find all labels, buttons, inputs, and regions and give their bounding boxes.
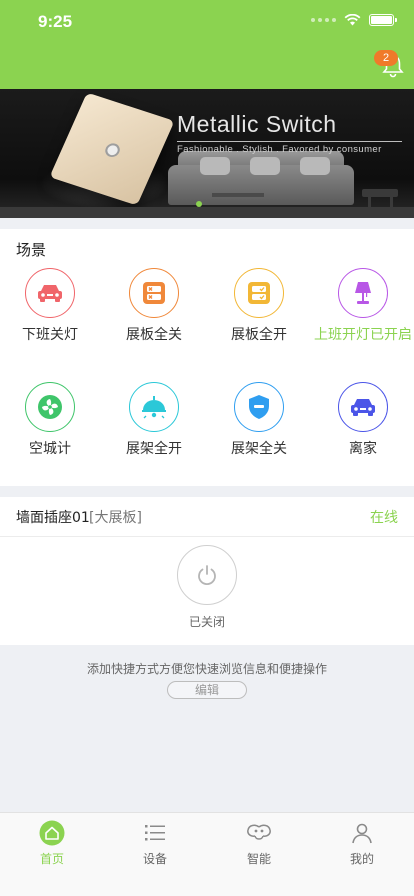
scene-item[interactable]: 空城计 <box>0 382 102 458</box>
wifi-icon <box>344 14 361 26</box>
panel-on-icon <box>248 282 270 304</box>
power-icon <box>198 565 216 586</box>
tab-home[interactable]: 首页 <box>0 819 104 867</box>
device-status: 在线 <box>370 510 398 526</box>
banner-subtitle: Fashionable . Stylish . Favored by consu… <box>177 144 382 155</box>
car-icon <box>38 285 62 302</box>
scene-item[interactable]: 展板全开 <box>207 268 311 344</box>
shortcut-hint: 添加快捷方式方便您快速浏览信息和便捷操作 <box>86 662 327 676</box>
tab-smart[interactable]: 智能 <box>207 819 311 867</box>
lamp-icon <box>355 282 371 304</box>
scene-item[interactable]: 展架全关 <box>207 382 311 458</box>
top-bar: 9:25 2 <box>0 0 414 89</box>
scene-label: 下班关灯 <box>22 327 78 343</box>
car-icon <box>351 399 375 416</box>
home-icon <box>39 820 65 846</box>
status-time: 9:25 <box>38 12 73 31</box>
power-state-label: 已关闭 <box>188 615 225 629</box>
tab-label: 我的 <box>349 852 374 866</box>
device-card: 墙面插座01 [大展板] 在线 已关闭 <box>0 497 414 645</box>
panel-off-icon <box>143 282 165 304</box>
banner-page-indicator <box>196 201 202 207</box>
scene-label: 展板全开 <box>231 327 287 343</box>
ceiling-lamp-icon <box>142 396 166 419</box>
scene-item[interactable]: 展架全开 <box>102 382 206 458</box>
status-icons <box>311 14 397 26</box>
shield-icon <box>249 395 269 419</box>
banner-title: Metallic Switch <box>177 111 337 137</box>
tab-bar: 首页 设备 智能 我的 <box>0 812 414 896</box>
scene-label: 展架全开 <box>126 441 182 457</box>
device-name[interactable]: 墙面插座01 <box>16 507 90 527</box>
scenes-title: 场景 <box>16 241 47 259</box>
device-tag: [大展板] <box>89 510 142 526</box>
tab-label: 智能 <box>246 852 271 866</box>
promo-banner[interactable]: Metallic Switch Fashionable . Stylish . … <box>0 89 414 218</box>
divider <box>0 536 414 537</box>
scene-item[interactable]: 离家 <box>311 382 414 458</box>
fan-icon <box>38 395 62 419</box>
scene-label: 展板全关 <box>126 327 182 343</box>
scene-item[interactable]: 下班关灯 <box>0 268 102 344</box>
scene-item[interactable]: 展板全关 <box>102 268 206 344</box>
tab-devices[interactable]: 设备 <box>103 819 207 867</box>
scene-label: 空城计 <box>29 441 71 457</box>
smart-icon <box>247 824 271 840</box>
scene-label: 展架全关 <box>231 441 287 457</box>
tab-profile[interactable]: 我的 <box>310 819 414 867</box>
power-button[interactable] <box>177 545 237 605</box>
battery-icon <box>369 14 397 26</box>
signal-icon <box>311 18 336 22</box>
edit-button[interactable]: 编辑 <box>167 681 247 699</box>
scene-label: 上班开灯已开启 <box>314 327 412 343</box>
user-icon <box>352 823 372 844</box>
scene-label: 离家 <box>349 441 377 457</box>
tab-label: 首页 <box>39 852 64 866</box>
scenes-card: 场景 下班关灯 展板全关 展板全开 上班开灯已开启 空城计 展架全开 展架全关 … <box>0 229 414 486</box>
scene-item[interactable]: 上班开灯已开启 <box>311 268 414 344</box>
tab-label: 设备 <box>142 852 167 866</box>
notification-badge: 2 <box>374 50 398 66</box>
list-icon <box>145 825 165 841</box>
